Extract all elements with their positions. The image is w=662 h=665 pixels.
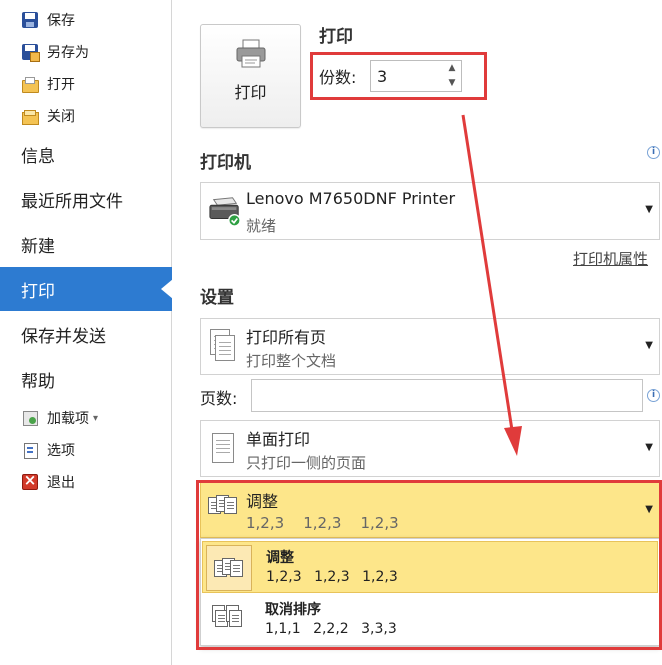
add-in-icon <box>22 410 38 426</box>
pages-input[interactable] <box>251 379 643 412</box>
chevron-down-icon: ▼ <box>645 504 653 515</box>
copies-label: 份数: <box>319 68 357 87</box>
collate-select[interactable]: 调整 1,2,3 1,2,3 1,2,3 ▼ <box>200 482 660 538</box>
sidebar-item-label: 关闭 <box>47 109 75 125</box>
sides-select[interactable]: 单面打印 只打印一侧的页面 ▼ <box>200 420 660 477</box>
sidebar-item-label: 信息 <box>21 146 55 167</box>
sidebar-item-label: 退出 <box>47 475 75 491</box>
sidebar-item-label: 选项 <box>47 443 75 459</box>
settings-heading: 设置 <box>200 288 234 308</box>
sidebar-item-save-send[interactable]: 保存并发送 <box>0 312 172 356</box>
sidebar-item-label: 保存并发送 <box>21 326 106 347</box>
exit-icon <box>22 471 38 490</box>
print-title: 打印 <box>319 27 353 47</box>
open-folder-icon <box>22 76 39 93</box>
chevron-down-icon: ▾ <box>93 412 99 424</box>
single-page-icon <box>208 431 242 465</box>
collate-icon <box>208 495 242 529</box>
collate-option-subtitle: 1,1,1 2,2,2 3,3,3 <box>265 621 397 637</box>
sidebar-item-label: 另存为 <box>47 45 89 61</box>
range-subtitle: 打印整个文档 <box>246 352 337 370</box>
sidebar-item-label: 新建 <box>21 236 55 257</box>
printer-select[interactable]: Lenovo M7650DNF Printer 就绪 ▼ <box>200 182 660 240</box>
collate-option-title: 取消排序 <box>265 602 321 618</box>
collated-icon <box>206 545 252 591</box>
sidebar-item-new[interactable]: 新建 <box>0 222 172 266</box>
collate-option-subtitle: 1,2,3 1,2,3 1,2,3 <box>266 569 398 585</box>
sidebar-item-label: 最近所用文件 <box>21 191 123 212</box>
close-folder-icon <box>22 108 39 125</box>
spin-up-icon[interactable]: ▲ <box>444 61 460 75</box>
sides-title: 单面打印 <box>246 430 311 449</box>
sidebar-item-label: 帮助 <box>21 371 55 392</box>
info-icon[interactable]: i <box>647 146 660 159</box>
uncollated-icon <box>205 597 251 643</box>
collate-title: 调整 <box>246 492 279 511</box>
sidebar-item-print[interactable]: 打印 <box>0 267 173 311</box>
backstage-sidebar: 保存 另存为 打开 关闭 信息 最近所用文件 新建 打印 保存并发送 帮助 加载… <box>0 0 173 665</box>
sidebar-item-add-ins[interactable]: 加载项 ▾ <box>22 406 162 430</box>
print-button[interactable]: 打印 <box>200 24 301 128</box>
collate-option-title: 调整 <box>266 550 294 566</box>
printer-status: 就绪 <box>246 217 277 235</box>
chevron-down-icon: ▼ <box>645 442 653 453</box>
pages-label: 页数: <box>200 389 238 408</box>
chevron-down-icon: ▼ <box>645 204 653 215</box>
collate-subtitle: 1,2,3 1,2,3 1,2,3 <box>246 514 399 532</box>
printer-name: Lenovo M7650DNF Printer <box>246 189 456 208</box>
sidebar-item-open[interactable]: 打开 <box>22 72 162 96</box>
options-icon <box>22 442 38 459</box>
sidebar-item-save-as[interactable]: 另存为 <box>22 40 162 64</box>
sidebar-item-close[interactable]: 关闭 <box>22 104 162 128</box>
sidebar-item-recent[interactable]: 最近所用文件 <box>0 177 172 221</box>
printer-properties-link[interactable]: 打印机属性 <box>573 248 648 269</box>
sidebar-item-info[interactable]: 信息 <box>0 132 172 176</box>
printer-icon <box>236 39 266 68</box>
sidebar-item-label: 打开 <box>47 77 75 93</box>
collate-option-uncollated[interactable]: 取消排序 1,1,1 2,2,2 3,3,3 <box>202 594 658 646</box>
pages-icon <box>208 329 242 363</box>
sidebar-item-label: 打印 <box>21 281 55 302</box>
collate-menu: 调整 1,2,3 1,2,3 1,2,3 取消排序 1,1,1 2,2,2 3,… <box>200 538 660 646</box>
chevron-down-icon: ▼ <box>645 340 653 351</box>
printer-device-icon <box>209 197 241 227</box>
info-icon[interactable]: i <box>647 389 660 402</box>
print-button-label: 打印 <box>234 83 267 102</box>
sidebar-item-save[interactable]: 保存 <box>22 8 162 32</box>
save-icon <box>22 12 38 28</box>
sidebar-item-options[interactable]: 选项 <box>22 438 162 462</box>
collate-option-collated[interactable]: 调整 1,2,3 1,2,3 1,2,3 <box>202 541 658 593</box>
sides-subtitle: 只打印一侧的页面 <box>246 454 367 472</box>
print-range-select[interactable]: 打印所有页 打印整个文档 ▼ <box>200 318 660 375</box>
sidebar-item-help[interactable]: 帮助 <box>0 357 172 401</box>
spin-down-icon[interactable]: ▼ <box>444 76 460 90</box>
range-title: 打印所有页 <box>246 328 327 347</box>
printer-heading: 打印机 <box>200 153 251 173</box>
sidebar-item-label: 保存 <box>47 13 75 29</box>
sidebar-item-label: 加载项 <box>47 411 89 427</box>
save-as-icon <box>22 44 40 62</box>
sidebar-item-exit[interactable]: 退出 <box>22 470 162 494</box>
